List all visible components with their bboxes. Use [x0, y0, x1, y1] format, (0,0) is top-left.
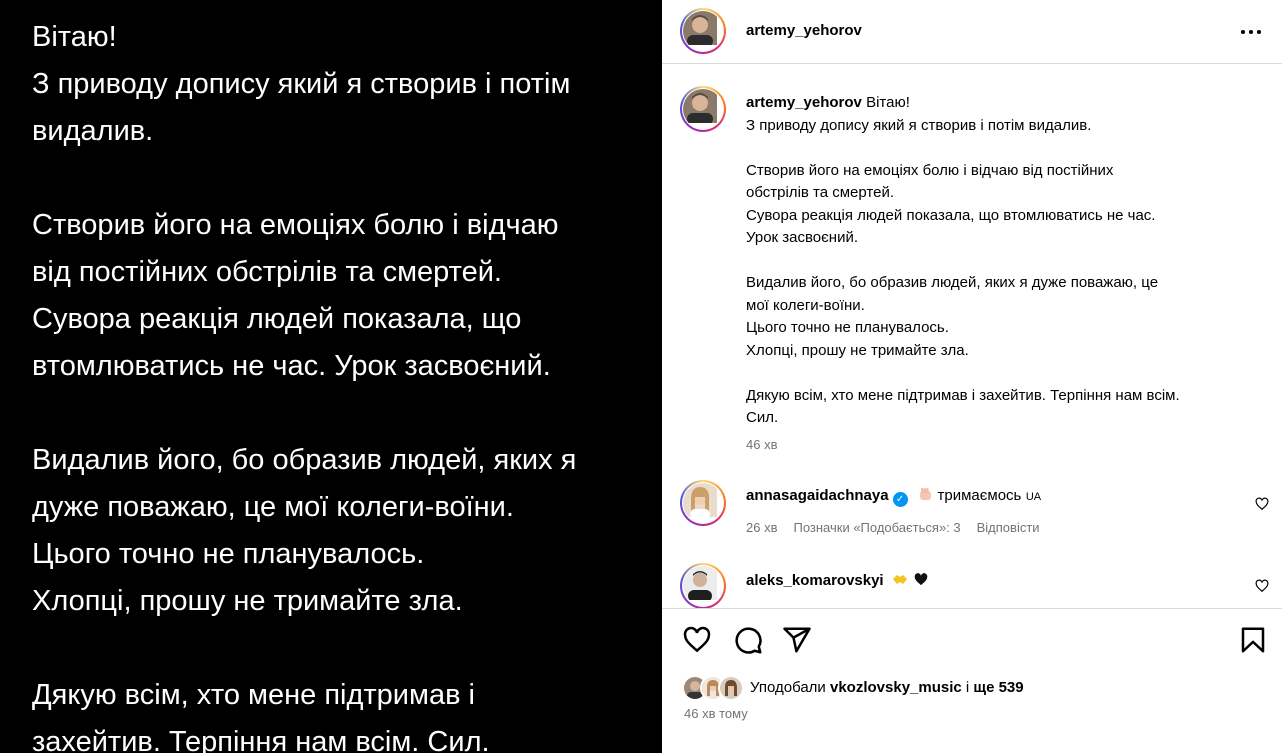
comment-meta: 26 хв Позначки «Подобається»: 3 Відповіс…	[746, 520, 1040, 535]
caption-line: Створив його на емоціях болю і відчаю ві…	[746, 161, 1114, 179]
image-text-line: захейтив. Терпіння нам всім. Сил.	[32, 726, 490, 753]
comment-like-heart-icon[interactable]	[1255, 579, 1269, 593]
verified-badge-icon: ✓	[892, 492, 908, 507]
liked-by-text: Уподобали vkozlovsky_music і ще 539	[750, 679, 1024, 696]
handshake-emoji-icon	[892, 572, 908, 592]
image-text-line: Сувора реакція людей показала, що	[32, 303, 522, 335]
comment-username[interactable]: aleks_komarovskyi	[746, 572, 884, 589]
image-text-line: Вітаю!	[32, 21, 117, 53]
caption-line	[746, 362, 1256, 385]
liked-by-others[interactable]: ще 539	[973, 679, 1023, 696]
image-text-line: Створив його на емоціях болю і відчаю	[32, 209, 559, 241]
caption-body: З приводу допису який я створив і потім …	[746, 115, 1256, 430]
author-avatar[interactable]	[680, 8, 726, 54]
caption-line: мої колеги-воїни.	[746, 296, 865, 314]
post-sidebar: artemy_yehorov artemy_yehorov Вітаю! З п…	[662, 0, 1282, 753]
image-text-line: від постійних обстрілів та смертей.	[32, 256, 502, 288]
image-text-line: Хлопці, прошу не тримайте зла.	[32, 585, 463, 617]
comment-line: aleks_komarovskyi	[746, 572, 929, 592]
caption-first-line: Вітаю!	[866, 94, 910, 111]
post-time[interactable]: 46 хв тому	[684, 706, 748, 721]
post-actions: Уподобали vkozlovsky_music і ще 539 46 х…	[662, 608, 1282, 753]
post-caption: artemy_yehorov Вітаю! З приводу допису я…	[746, 92, 1256, 430]
caption-line: Видалив його, бо образив людей, яких я д…	[746, 274, 1159, 291]
heart-icon[interactable]	[682, 625, 712, 655]
raised-fist-emoji-icon	[918, 487, 933, 507]
comment-avatar[interactable]	[680, 480, 726, 526]
image-text-line: Цього точно не планувалось.	[32, 538, 425, 570]
caption-line: Дякую всім, хто мене підтримав і захейти…	[746, 386, 1180, 404]
comment-likes[interactable]: Позначки «Подобається»: 3	[793, 520, 960, 535]
post-image: Вітаю! З приводу допису який я створив і …	[0, 0, 662, 753]
comment-flag: UA	[1025, 491, 1042, 503]
caption-line: Цього точно не планувалось.	[746, 319, 949, 336]
comment-like-heart-icon[interactable]	[1255, 497, 1269, 511]
image-text-line: втомлюватись не час. Урок засвоєний.	[32, 350, 551, 382]
reply-button[interactable]: Відповісти	[977, 520, 1040, 535]
caption-line	[746, 137, 1256, 160]
image-text-line: Видалив його, бо образив людей, яких я	[32, 444, 577, 476]
image-text-line: дуже поважаю, це мої колеги-воїни.	[32, 491, 514, 523]
post-header: artemy_yehorov	[662, 0, 1282, 64]
liked-by-and: і	[965, 679, 970, 696]
caption-line: З приводу допису який я створив і потім …	[746, 116, 1092, 134]
comment-username[interactable]: annasagaidachnaya	[746, 487, 889, 504]
more-horizontal-icon[interactable]	[1238, 22, 1264, 42]
caption-time[interactable]: 46 хв	[746, 437, 777, 452]
liked-by-avatars[interactable]	[682, 675, 748, 701]
image-text-line	[32, 625, 642, 672]
image-text-line	[32, 390, 642, 437]
caption-avatar[interactable]	[680, 86, 726, 132]
liked-by-prefix: Уподобали	[750, 679, 826, 696]
comment-icon[interactable]	[733, 625, 763, 655]
header-username[interactable]: artemy_yehorov	[746, 22, 862, 39]
bookmark-icon[interactable]	[1238, 625, 1268, 655]
caption-line: Сувора реакція людей показала, що втомлю…	[746, 206, 1156, 224]
post-image-text: Вітаю! З приводу допису який я створив і …	[32, 14, 642, 753]
comment-line: annasagaidachnaya ✓ тримаємось UA	[746, 487, 1041, 507]
image-text-line: видалив.	[32, 115, 154, 147]
caption-line: Урок засвоєний.	[746, 229, 858, 246]
comment-avatar[interactable]	[680, 563, 726, 609]
caption-line: обстрілів та смертей.	[746, 184, 895, 201]
liked-by-user[interactable]: vkozlovsky_music	[830, 679, 962, 696]
share-icon[interactable]	[782, 625, 812, 655]
caption-line: Сил.	[746, 409, 779, 426]
comment-time[interactable]: 26 хв	[746, 520, 777, 535]
liker-avatar	[718, 675, 744, 701]
black-heart-emoji-icon	[913, 572, 929, 592]
comment-text: тримаємось	[937, 487, 1022, 504]
image-text-line	[32, 155, 642, 202]
caption-line: Хлопці, прошу не тримайте зла.	[746, 341, 969, 359]
image-text-line: З приводу допису який я створив і потім	[32, 68, 571, 100]
caption-line	[746, 250, 1256, 273]
caption-username[interactable]: artemy_yehorov	[746, 94, 862, 111]
image-text-line: Дякую всім, хто мене підтримав і	[32, 679, 475, 711]
